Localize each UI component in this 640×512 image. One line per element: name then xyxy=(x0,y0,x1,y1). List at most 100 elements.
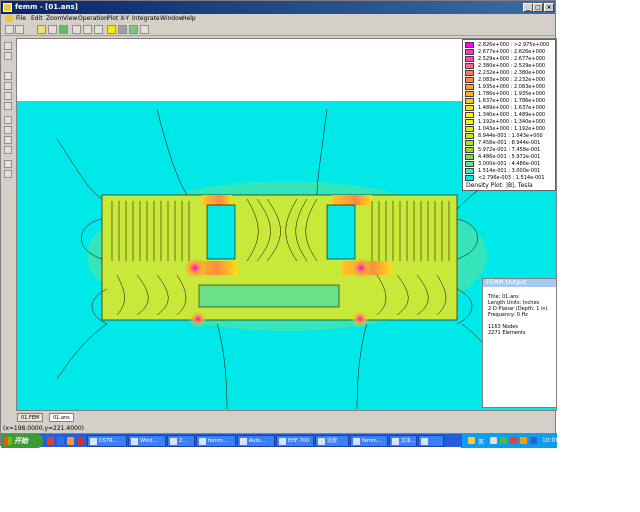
output-line: Frequency: 0 Hz xyxy=(488,312,528,318)
menu-plot-xy[interactable]: Plot X-Y xyxy=(107,15,129,22)
zoom-natural-icon[interactable] xyxy=(4,92,12,100)
tray-icon[interactable] xyxy=(468,437,475,444)
quicklaunch-icon[interactable] xyxy=(67,437,74,445)
arrow-right-icon[interactable] xyxy=(4,146,12,154)
density-plot-icon[interactable] xyxy=(107,25,116,34)
close-button[interactable]: × xyxy=(544,3,554,12)
contour-icon[interactable] xyxy=(48,25,57,34)
tab-01-ans[interactable]: 01.ans xyxy=(49,413,74,422)
grid-icon[interactable] xyxy=(118,25,127,34)
integral-icon[interactable] xyxy=(72,25,81,34)
legend-label: 1.514e-001 : 3.000e-001 xyxy=(478,168,541,174)
legend-swatch xyxy=(465,84,474,90)
legend-label: 2.529e+000 : 2.677e+000 xyxy=(478,56,546,62)
taskbar-item[interactable]: Wind... xyxy=(128,435,166,447)
menu-edit[interactable]: Edit xyxy=(31,15,43,22)
open-file-icon[interactable] xyxy=(15,25,24,34)
taskbar-item[interactable]: 文本... xyxy=(389,435,417,447)
taskbar-item[interactable]: Auto... xyxy=(237,435,275,447)
task-icon xyxy=(240,438,247,445)
taskbar-item[interactable]: Z... xyxy=(167,435,195,447)
taskbar-item[interactable]: EHF-700 xyxy=(276,435,314,447)
tray-icon[interactable] xyxy=(500,437,507,444)
legend-label: 2.083e+000 : 2.232e+000 xyxy=(478,77,546,83)
legend-entry: 1.340e+000 : 1.489e+000 xyxy=(465,112,555,119)
menu-view[interactable]: View xyxy=(63,15,77,22)
task-label: 迅雷 xyxy=(327,438,338,444)
legend-swatch xyxy=(465,56,474,62)
density-legend: 2.826e+000 : >2.975e+000 2.677e+000 : 2.… xyxy=(462,39,556,191)
zoom-window-icon[interactable] xyxy=(4,102,12,110)
quicklaunch-icon[interactable] xyxy=(57,437,64,445)
start-button[interactable]: 开始 xyxy=(1,434,43,448)
legend-label: 1.637e+000 : 1.786e+000 xyxy=(478,98,546,104)
femm-output-panel: FEMM Output Title: 01.ans Length Units: … xyxy=(482,278,557,408)
arrow-up-icon[interactable] xyxy=(4,116,12,124)
quicklaunch-icon[interactable] xyxy=(77,437,84,445)
legend-entry: 1.514e-001 : 3.000e-001 xyxy=(465,168,555,175)
menu-integrate[interactable]: Integrate xyxy=(132,15,160,22)
function-icon[interactable] xyxy=(83,25,92,34)
legend-swatch xyxy=(465,161,474,167)
tray-icon[interactable] xyxy=(510,437,517,444)
taskbar-item[interactable]: 迅雷 xyxy=(315,435,349,447)
area-select-icon[interactable] xyxy=(59,25,68,34)
pole-band xyxy=(332,195,372,205)
arrow-left-icon[interactable] xyxy=(4,136,12,144)
arrow-down-icon[interactable] xyxy=(4,126,12,134)
zoom-in-icon[interactable] xyxy=(4,42,12,50)
zoom-out-icon[interactable] xyxy=(4,52,12,60)
pole-band xyxy=(202,195,232,205)
tab-01-fem[interactable]: 01.FEM xyxy=(17,413,44,422)
new-file-icon[interactable] xyxy=(5,25,14,34)
taskbar-item[interactable]: femm... xyxy=(196,435,236,447)
ime-indicator[interactable]: 英 xyxy=(478,437,484,446)
taskbar-item[interactable] xyxy=(418,435,444,447)
settings-icon[interactable] xyxy=(4,170,12,178)
menu-zoom[interactable]: Zoom xyxy=(46,15,63,22)
legend-entry: 1.192e+000 : 1.340e+000 xyxy=(465,119,555,126)
task-icon xyxy=(131,438,138,445)
tray-icon[interactable] xyxy=(530,437,537,444)
menu-help[interactable]: Help xyxy=(182,15,196,22)
femm-app-icon xyxy=(3,3,12,12)
toolbar xyxy=(1,24,555,36)
legend-entry: 1.935e+000 : 2.083e+000 xyxy=(465,84,555,91)
legend-swatch xyxy=(465,154,474,160)
tray-icon[interactable] xyxy=(520,437,527,444)
legend-label: 2.677e+000 : 2.826e+000 xyxy=(478,49,546,55)
menu-file[interactable]: File xyxy=(16,15,26,22)
tray-icon[interactable] xyxy=(490,437,497,444)
taskbar-item[interactable]: DSTR... xyxy=(87,435,127,447)
legend-label: 2.826e+000 : >2.975e+000 xyxy=(478,42,550,48)
menu-window[interactable]: Window xyxy=(160,15,184,22)
refresh-icon[interactable] xyxy=(4,160,12,168)
taskbar-item[interactable]: femm... xyxy=(350,435,388,447)
task-icon xyxy=(353,438,360,445)
legend-label: 8.944e-001 : 1.043e+000 xyxy=(478,133,543,139)
menu-bar: File Edit Zoom View Operation Plot X-Y I… xyxy=(1,14,555,24)
vector-plot-icon[interactable] xyxy=(129,25,138,34)
legend-swatch xyxy=(465,126,474,132)
task-label: EHF-700 xyxy=(288,438,310,444)
clock[interactable]: 10:00 xyxy=(542,437,559,444)
legend-label: 2.380e+000 : 2.529e+000 xyxy=(478,63,546,69)
hot-spot xyxy=(183,256,207,280)
window-title: femm - [01.ans] xyxy=(15,3,78,11)
magnify-icon[interactable] xyxy=(4,72,12,80)
quicklaunch-icon[interactable] xyxy=(47,437,54,445)
maximize-button[interactable]: □ xyxy=(533,3,543,12)
menu-operation[interactable]: Operation xyxy=(78,15,108,22)
task-icon xyxy=(279,438,286,445)
magnify-minus-icon[interactable] xyxy=(4,82,12,90)
left-toolbar xyxy=(1,36,15,412)
legend-label: 1.192e+000 : 1.340e+000 xyxy=(478,119,546,125)
snap-icon[interactable] xyxy=(140,25,149,34)
task-label: Auto... xyxy=(249,438,266,444)
point-select-icon[interactable] xyxy=(37,25,46,34)
femm-window: femm - [01.ans] _ □ × File Edit Zoom Vie… xyxy=(0,0,559,448)
plot-icon[interactable] xyxy=(94,25,103,34)
legend-label: 2.232e+000 : 2.380e+000 xyxy=(478,70,546,76)
minimize-button[interactable]: _ xyxy=(523,3,533,12)
document-icon[interactable] xyxy=(5,15,13,22)
